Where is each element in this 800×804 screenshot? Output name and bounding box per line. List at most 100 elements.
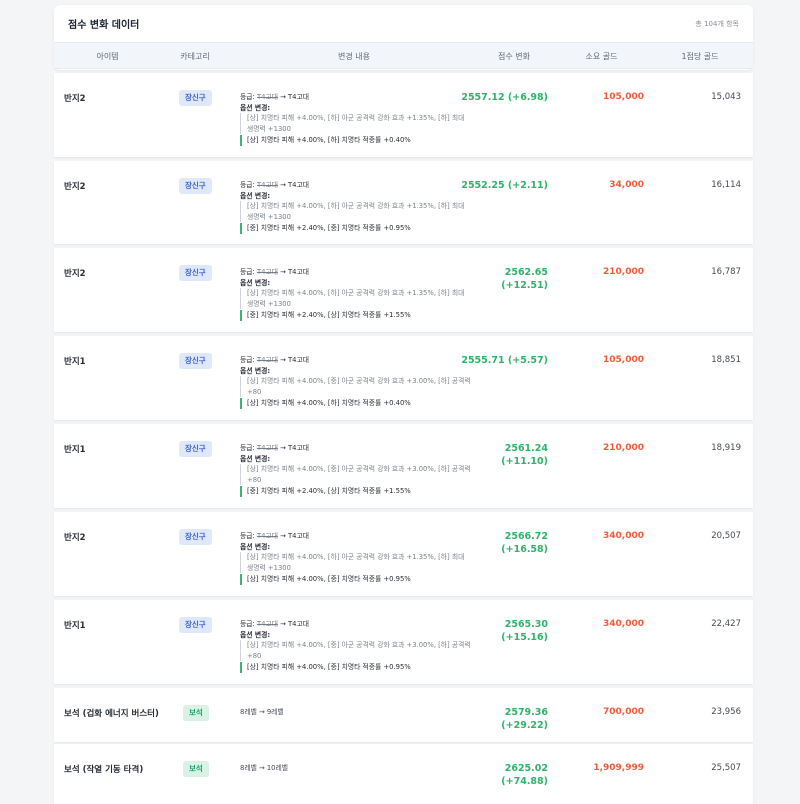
grade-change: 등급: T4고대 → T4고대 bbox=[240, 92, 472, 103]
grade-label: 등급: bbox=[240, 532, 255, 540]
item-name: 보석 (겁화 에너지 버스터) bbox=[64, 709, 159, 719]
table-row[interactable]: 반지2 장신구 등급: T4고대 → T4고대 옵션 변경: [상] 치명타 피해 +4… bbox=[54, 248, 753, 332]
required-gold: 340,000 bbox=[603, 531, 644, 541]
option-change-title: 옵션 변경: bbox=[240, 278, 271, 287]
column-header-gold-per-point[interactable]: 1점당 골드 bbox=[654, 43, 746, 70]
required-gold: 210,000 bbox=[603, 267, 644, 277]
item-name: 반지1 bbox=[64, 621, 86, 631]
score-change: 2557.12 (+6.98) bbox=[461, 92, 548, 103]
option-new: [상] 치명타 피해 +4.00%, [중] 치명타 적중률 +0.95% bbox=[240, 574, 472, 585]
change-details: 8레벨 → 9레벨 bbox=[240, 707, 472, 718]
change-details: 8레벨 → 10레벨 bbox=[240, 763, 472, 774]
item-name: 반지2 bbox=[64, 533, 86, 543]
grade-old: T4고대 bbox=[256, 181, 278, 189]
grade-old: T4고대 bbox=[256, 620, 278, 628]
grade-new: T4고대 bbox=[288, 93, 309, 101]
required-gold: 34,000 bbox=[609, 180, 644, 190]
gold-per-point: 22,427 bbox=[711, 619, 741, 629]
change-details: 등급: T4고대 → T4고대 옵션 변경: [상] 치명타 피해 +4.00%, … bbox=[240, 267, 472, 321]
change-details: 등급: T4고대 → T4고대 옵션 변경: [상] 치명타 피해 +4.00%, … bbox=[240, 531, 472, 585]
column-header-score[interactable]: 점수 변화 bbox=[479, 43, 549, 70]
table-row[interactable]: 보석 (작열 기동 타격) 보석 8레벨 → 10레벨 2625.02 (+74.88… bbox=[54, 744, 753, 797]
gold-per-point: 18,919 bbox=[711, 443, 741, 453]
option-new: [중] 치명타 피해 +2.40%, [중] 치명타 적중률 +0.95% bbox=[240, 223, 472, 234]
option-old: [상] 치명타 피해 +4.00%, [하] 아군 공격력 강화 효과 +1.3… bbox=[240, 288, 472, 309]
grade-label: 등급: bbox=[240, 93, 255, 101]
table-row-partial bbox=[54, 797, 753, 804]
gold-per-point: 15,043 bbox=[711, 92, 741, 102]
column-header-item[interactable]: 아이템 bbox=[54, 43, 161, 70]
table-row[interactable]: 반지1 장신구 등급: T4고대 → T4고대 옵션 변경: [상] 치명타 피해 +4… bbox=[54, 600, 753, 684]
grade-new: T4고대 bbox=[288, 356, 309, 364]
option-old: [상] 치명타 피해 +4.00%, [하] 아군 공격력 강화 효과 +1.3… bbox=[240, 552, 472, 573]
category-badge: 장신구 bbox=[179, 353, 212, 369]
option-new: [상] 치명타 피해 +4.00%, [중] 치명타 적중률 +0.95% bbox=[240, 662, 472, 673]
option-new: [상] 치명타 피해 +4.00%, [하] 치명타 적중률 +0.40% bbox=[240, 135, 472, 146]
column-header-gold[interactable]: 소요 골드 bbox=[559, 43, 644, 70]
arrow-icon: → bbox=[280, 356, 286, 364]
item-name: 반지2 bbox=[64, 269, 86, 279]
grade-change: 등급: T4고대 → T4고대 bbox=[240, 355, 472, 366]
arrow-icon: → bbox=[280, 181, 286, 189]
change-details: 등급: T4고대 → T4고대 옵션 변경: [상] 치명타 피해 +4.00%, … bbox=[240, 355, 472, 409]
category-badge: 장신구 bbox=[179, 617, 212, 633]
required-gold: 210,000 bbox=[603, 443, 644, 453]
change-details: 등급: T4고대 → T4고대 옵션 변경: [상] 치명타 피해 +4.00%, … bbox=[240, 92, 472, 146]
grade-label: 등급: bbox=[240, 268, 255, 276]
option-change-title: 옵션 변경: bbox=[240, 542, 271, 551]
grade-label: 등급: bbox=[240, 444, 255, 452]
option-change-title: 옵션 변경: bbox=[240, 366, 271, 375]
gold-per-point: 25,507 bbox=[711, 763, 741, 773]
item-name: 반지1 bbox=[64, 445, 86, 455]
arrow-icon: → bbox=[280, 620, 286, 628]
category-badge: 장신구 bbox=[179, 441, 212, 457]
option-old: [상] 치명타 피해 +4.00%, [하] 아군 공격력 강화 효과 +1.3… bbox=[240, 113, 472, 134]
grade-change: 등급: T4고대 → T4고대 bbox=[240, 531, 472, 542]
arrow-icon: → bbox=[280, 268, 286, 276]
column-header-change[interactable]: 변경 내용 bbox=[229, 43, 479, 70]
category-badge: 장신구 bbox=[179, 265, 212, 281]
grade-change: 등급: T4고대 → T4고대 bbox=[240, 619, 472, 630]
grade-new: T4고대 bbox=[288, 620, 309, 628]
option-new: [상] 치명타 피해 +4.00%, [하] 치명타 적중률 +0.40% bbox=[240, 398, 472, 409]
score-change: 2552.25 (+2.11) bbox=[461, 180, 548, 191]
required-gold: 700,000 bbox=[603, 707, 644, 717]
grade-old: T4고대 bbox=[256, 93, 278, 101]
item-name: 반지2 bbox=[64, 182, 86, 192]
option-old: [상] 치명타 피해 +4.00%, [중] 아군 공격력 강화 효과 +3.0… bbox=[240, 376, 472, 397]
grade-change: 등급: T4고대 → T4고대 bbox=[240, 443, 472, 454]
item-name: 반지2 bbox=[64, 94, 86, 104]
option-old: [상] 치명타 피해 +4.00%, [중] 아군 공격력 강화 효과 +3.0… bbox=[240, 464, 472, 485]
table-row[interactable]: 반지1 장신구 등급: T4고대 → T4고대 옵션 변경: [상] 치명타 피해 +4… bbox=[54, 336, 753, 420]
table-row[interactable]: 반지1 장신구 등급: T4고대 → T4고대 옵션 변경: [상] 치명타 피해 +4… bbox=[54, 424, 753, 508]
grade-new: T4고대 bbox=[288, 181, 309, 189]
grade-old: T4고대 bbox=[256, 356, 278, 364]
column-header-category[interactable]: 카테고리 bbox=[161, 43, 229, 70]
table-row[interactable]: 반지2 장신구 등급: T4고대 → T4고대 옵션 변경: [상] 치명타 피해 +4… bbox=[54, 161, 753, 244]
card-title: 점수 변화 데이터 bbox=[68, 20, 140, 31]
gold-per-point: 20,507 bbox=[711, 531, 741, 541]
item-count: 총 104개 항목 bbox=[695, 19, 739, 28]
category-badge: 장신구 bbox=[179, 90, 212, 106]
table-row[interactable]: 반지2 장신구 등급: T4고대 → T4고대 옵션 변경: [상] 치명타 피해 +4… bbox=[54, 512, 753, 596]
grade-old: T4고대 bbox=[256, 532, 278, 540]
score-change-card: 점수 변화 데이터 총 104개 항목 아이템 카테고리 변경 내용 점수 변화… bbox=[54, 5, 753, 70]
category-badge: 장신구 bbox=[179, 529, 212, 545]
grade-label: 등급: bbox=[240, 181, 255, 189]
option-change-title: 옵션 변경: bbox=[240, 103, 271, 112]
score-change: 2561.24 (+11.10) bbox=[501, 443, 548, 467]
grade-new: T4고대 bbox=[288, 268, 309, 276]
score-change: 2555.71 (+5.57) bbox=[461, 355, 548, 366]
gem-level-change: 8레벨 → 9레벨 bbox=[240, 708, 284, 716]
option-change-title: 옵션 변경: bbox=[240, 630, 271, 639]
change-details: 등급: T4고대 → T4고대 옵션 변경: [상] 치명타 피해 +4.00%, … bbox=[240, 443, 472, 497]
option-new: [중] 치명타 피해 +2.40%, [상] 치명타 적중률 +1.55% bbox=[240, 310, 472, 321]
gold-per-point: 23,956 bbox=[711, 707, 741, 717]
arrow-icon: → bbox=[280, 532, 286, 540]
required-gold: 105,000 bbox=[603, 92, 644, 102]
option-old: [상] 치명타 피해 +4.00%, [하] 아군 공격력 강화 효과 +1.3… bbox=[240, 201, 472, 222]
change-details: 등급: T4고대 → T4고대 옵션 변경: [상] 치명타 피해 +4.00%, … bbox=[240, 619, 472, 673]
table-row[interactable]: 반지2 장신구 등급: T4고대 → T4고대 옵션 변경: [상] 치명타 피해 +4… bbox=[54, 73, 753, 157]
table-row[interactable]: 보석 (겁화 에너지 버스터) 보석 8레벨 → 9레벨 2579.36 (+29.2… bbox=[54, 688, 753, 742]
category-badge: 보석 bbox=[183, 761, 209, 777]
